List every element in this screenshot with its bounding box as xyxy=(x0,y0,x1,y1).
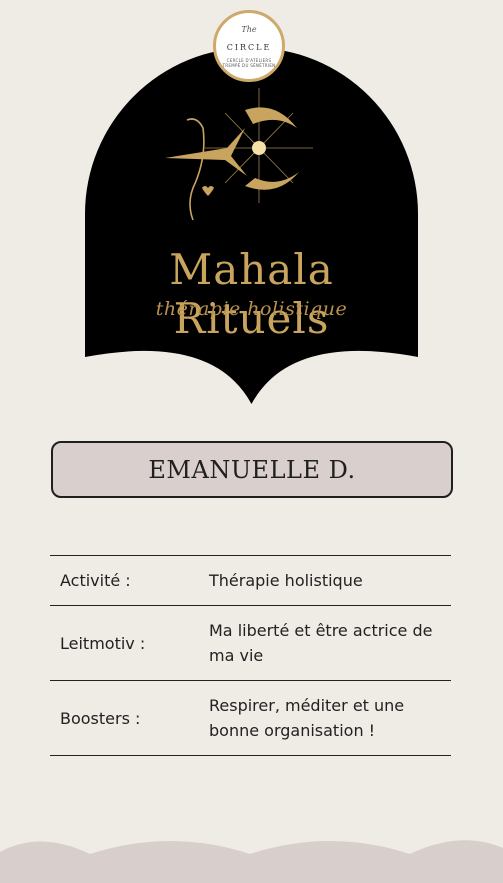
profile-name-box: EMANUELLE D. xyxy=(51,441,453,498)
info-label: Leitmotiv : xyxy=(60,633,146,653)
profile-name: EMANUELLE D. xyxy=(148,455,356,484)
arch-shape xyxy=(85,48,418,404)
seal-word: CIRCLE xyxy=(226,43,272,52)
info-row-leitmotiv: Leitmotiv : Ma liberté et être actrice d… xyxy=(50,606,451,681)
info-label: Boosters : xyxy=(60,708,141,728)
info-row-activity: Activité : Thérapie holistique xyxy=(50,556,451,606)
info-label: Activité : xyxy=(60,571,131,590)
seal-tagline: CERCLE D'ATELIERS TREMPÉ DU SÉNÉTRIEN xyxy=(222,58,276,68)
info-value: Thérapie holistique xyxy=(209,571,363,590)
footer-waves xyxy=(0,840,503,883)
info-value: Ma liberté et être actrice de ma vie xyxy=(209,621,433,665)
sun-core-icon xyxy=(252,141,266,155)
logo-arch xyxy=(85,48,418,404)
info-row-boosters: Boosters : Respirer, méditer et une bonn… xyxy=(50,681,451,756)
info-table: Activité : Thérapie holistique Leitmotiv… xyxy=(50,555,451,756)
info-value: Respirer, méditer et une bonne organisat… xyxy=(209,696,405,740)
brand-tagline: thérapie holistique xyxy=(155,298,348,320)
circle-seal-logo: The CIRCLE CERCLE D'ATELIERS TREMPÉ DU S… xyxy=(213,10,285,82)
brand-name: Mahala Rituels xyxy=(169,245,334,343)
seal-the: The xyxy=(241,25,257,34)
